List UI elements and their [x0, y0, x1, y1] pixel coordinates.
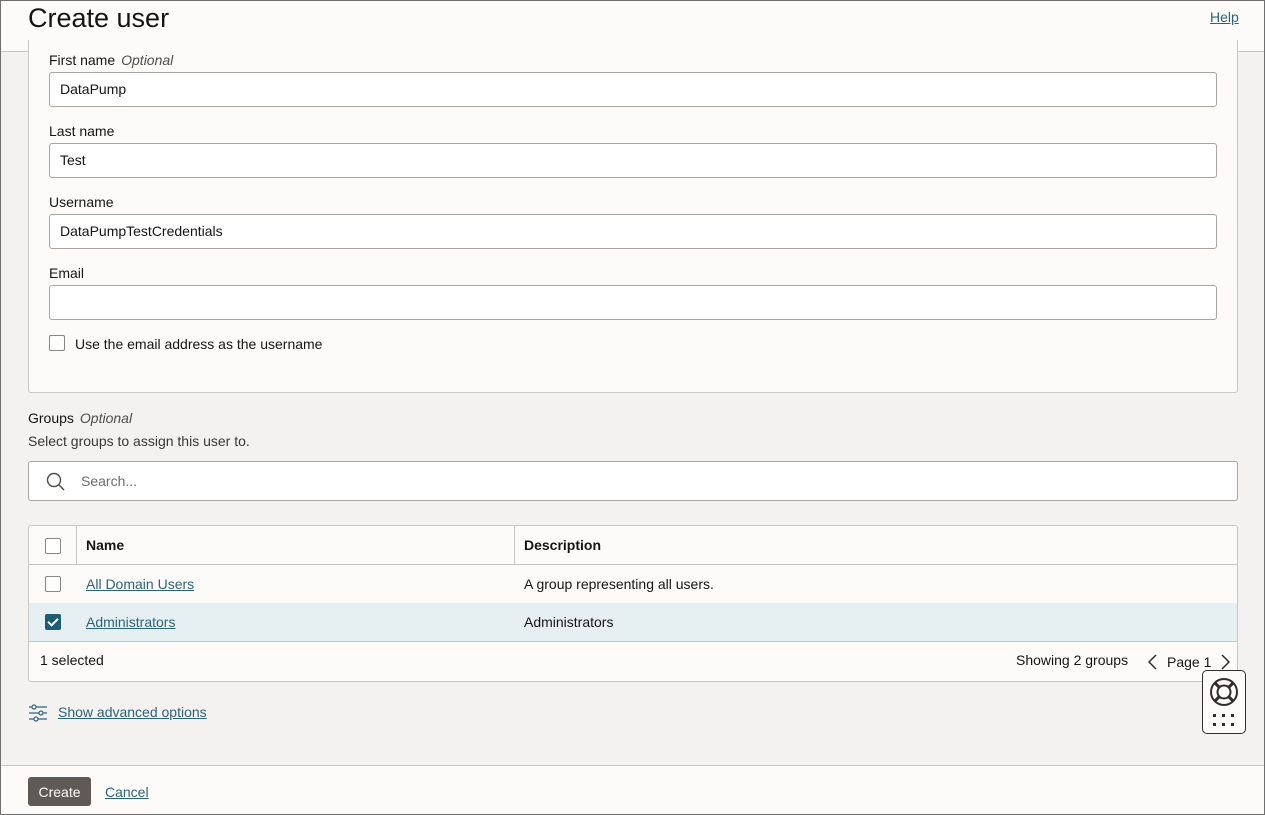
group-name-link[interactable]: All Domain Users: [86, 576, 194, 592]
table-footer: 1 selected Showing 2 groups Page 1: [29, 642, 1237, 681]
help-link[interactable]: Help: [1210, 9, 1239, 25]
chevron-right-icon[interactable]: [1219, 654, 1231, 670]
groups-search-input[interactable]: Search...: [28, 461, 1238, 501]
last-name-label: Last name: [49, 123, 115, 139]
email-label: Email: [49, 265, 85, 281]
cancel-link[interactable]: Cancel: [105, 784, 149, 800]
sliders-icon: [29, 704, 47, 722]
lifebuoy-icon[interactable]: [1208, 676, 1240, 708]
row-checkbox[interactable]: [45, 576, 61, 592]
chevron-left-icon[interactable]: [1147, 654, 1159, 670]
group-description: A group representing all users.: [524, 576, 714, 592]
search-placeholder: Search...: [81, 473, 138, 489]
use-email-as-username-label: Use the email address as the username: [75, 336, 323, 352]
page-indicator: Page 1: [1167, 654, 1212, 670]
email-input[interactable]: [49, 285, 1217, 320]
column-header-description[interactable]: Description: [524, 537, 601, 553]
first-name-label-text: First name: [49, 52, 116, 68]
column-header-name[interactable]: Name: [86, 537, 124, 553]
optional-tag: Optional: [121, 52, 174, 68]
showing-count: Showing 2 groups: [1016, 652, 1129, 668]
show-advanced-options-link[interactable]: Show advanced options: [58, 704, 207, 720]
groups-description: Select groups to assign this user to.: [28, 433, 250, 449]
apps-grid-icon[interactable]: [1213, 714, 1235, 728]
table-row[interactable]: Administrators Administrators: [29, 603, 1237, 642]
first-name-input[interactable]: DataPump: [49, 72, 1217, 107]
page-footer: Create Cancel: [1, 765, 1264, 815]
groups-title-text: Groups: [28, 410, 74, 426]
group-name-link[interactable]: Administrators: [86, 614, 175, 630]
groups-table: Name Description All Domain Users A grou…: [28, 525, 1238, 682]
username-input[interactable]: DataPumpTestCredentials: [49, 214, 1217, 249]
search-icon: [46, 472, 65, 491]
select-all-checkbox[interactable]: [45, 538, 61, 554]
create-button[interactable]: Create: [28, 777, 91, 806]
table-header-row: Name Description: [29, 526, 1237, 565]
group-description: Administrators: [524, 614, 614, 630]
help-widget[interactable]: [1202, 670, 1246, 734]
last-name-input[interactable]: Test: [49, 143, 1217, 178]
use-email-as-username-checkbox[interactable]: [49, 335, 65, 351]
page-title: Create user: [28, 3, 170, 33]
table-row[interactable]: All Domain Users A group representing al…: [29, 565, 1237, 604]
groups-title: Groups Optional: [28, 410, 132, 426]
selected-count: 1 selected: [40, 652, 104, 668]
first-name-label: First name Optional: [49, 52, 173, 68]
user-details-card: First name Optional DataPump Last name Te…: [28, 40, 1238, 393]
row-checkbox[interactable]: [45, 614, 61, 630]
username-label: Username: [49, 194, 114, 210]
optional-tag: Optional: [79, 410, 133, 426]
